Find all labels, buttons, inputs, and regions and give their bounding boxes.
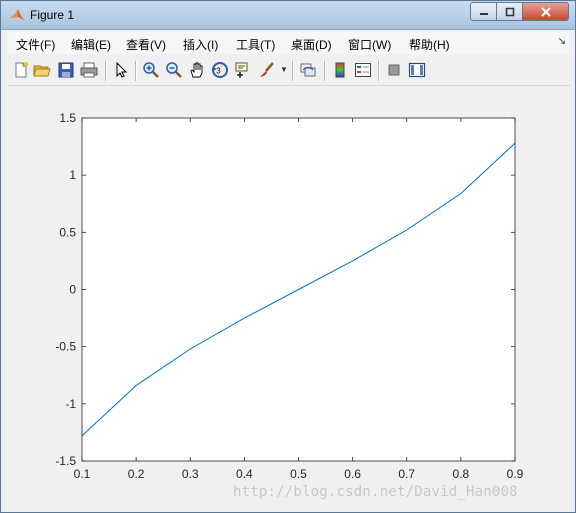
matlab-logo-icon (10, 9, 24, 20)
brush-dropdown-icon[interactable]: ▼ (280, 65, 288, 74)
y-tick-label: 0 (69, 283, 76, 297)
data-cursor-icon[interactable] (234, 61, 252, 79)
y-tick-label: -1 (65, 397, 76, 411)
maximize-button[interactable] (497, 2, 523, 21)
maximize-icon (505, 7, 514, 16)
close-button[interactable] (523, 2, 569, 21)
x-tick-label: 0.1 (74, 467, 91, 481)
pan-hand-icon[interactable] (188, 61, 206, 79)
menu-help[interactable]: 帮助(H) (409, 36, 450, 53)
toolbar-separator (378, 61, 380, 81)
rotate-3d-icon[interactable]: 3 (211, 61, 229, 79)
y-tick-label: 0.5 (59, 225, 76, 239)
y-tick-label: -0.5 (55, 340, 76, 354)
svg-text:3: 3 (216, 67, 221, 76)
figure-toolbar: 3 ▼ (8, 57, 570, 86)
x-tick-label: 0.6 (344, 467, 361, 481)
menu-edit[interactable]: 编辑(E) (71, 36, 111, 53)
x-tick-label: 0.4 (236, 467, 253, 481)
x-tick-label: 0.7 (398, 467, 415, 481)
legend-icon[interactable] (354, 61, 372, 79)
menu-window[interactable]: 窗口(W) (348, 36, 391, 53)
menu-tools[interactable]: 工具(T) (236, 36, 275, 53)
y-tick-label: 1 (69, 168, 76, 182)
title-bar[interactable]: Figure 1 (1, 1, 575, 30)
zoom-out-icon[interactable] (165, 61, 183, 79)
toolbar-separator (105, 61, 107, 81)
close-icon (540, 6, 551, 17)
colorbar-icon[interactable] (331, 61, 349, 79)
y-tick-label: 1.5 (59, 111, 76, 125)
new-figure-icon[interactable] (12, 61, 30, 79)
hide-plot-tools-icon[interactable] (385, 61, 403, 79)
menu-insert[interactable]: 插入(I) (183, 36, 218, 53)
line-plot[interactable]: 0.1 0.2 0.3 0.4 0.5 0.6 0.7 0.8 0.9 1.5 1 0.5 0 -0.5 -… (8, 87, 570, 507)
dock-arrow-icon[interactable]: ↘ (558, 36, 566, 47)
toolbar-separator (292, 61, 294, 81)
toolbar-separator (324, 61, 326, 81)
menu-view[interactable]: 查看(V) (126, 36, 166, 53)
zoom-in-icon[interactable] (142, 61, 160, 79)
show-plot-tools-icon[interactable] (408, 61, 426, 79)
x-tick-label: 0.9 (507, 467, 524, 481)
edit-plot-arrow-icon[interactable] (112, 61, 130, 79)
minimize-icon (479, 12, 488, 15)
x-tick-label: 0.5 (290, 467, 307, 481)
menu-file[interactable]: 文件(F) (16, 36, 55, 53)
watermark-text: http://blog.csdn.net/David_Han008 (233, 484, 518, 500)
save-icon[interactable] (57, 61, 75, 79)
menu-bar: 文件(F) 编辑(E) 查看(V) 插入(I) 工具(T) 桌面(D) 窗口(W… (8, 32, 570, 54)
minimize-button[interactable] (470, 2, 497, 21)
x-tick-label: 0.8 (453, 467, 470, 481)
open-file-icon[interactable] (33, 61, 51, 79)
figure-window: Figure 1 文件(F) 编辑(E) 查看(V) 插入(I) 工具(T) 桌… (0, 0, 576, 513)
y-tick-label: -1.5 (55, 454, 76, 468)
x-tick-label: 0.2 (128, 467, 145, 481)
link-plot-icon[interactable] (299, 61, 317, 79)
figure-canvas-area: 0.1 0.2 0.3 0.4 0.5 0.6 0.7 0.8 0.9 1.5 1 0.5 0 -0.5 -… (8, 87, 570, 507)
print-icon[interactable] (80, 61, 98, 79)
menu-desktop[interactable]: 桌面(D) (291, 36, 332, 53)
toolbar-separator (135, 61, 137, 81)
window-title: Figure 1 (30, 8, 75, 22)
brush-icon[interactable] (258, 61, 276, 79)
x-tick-label: 0.3 (182, 467, 199, 481)
